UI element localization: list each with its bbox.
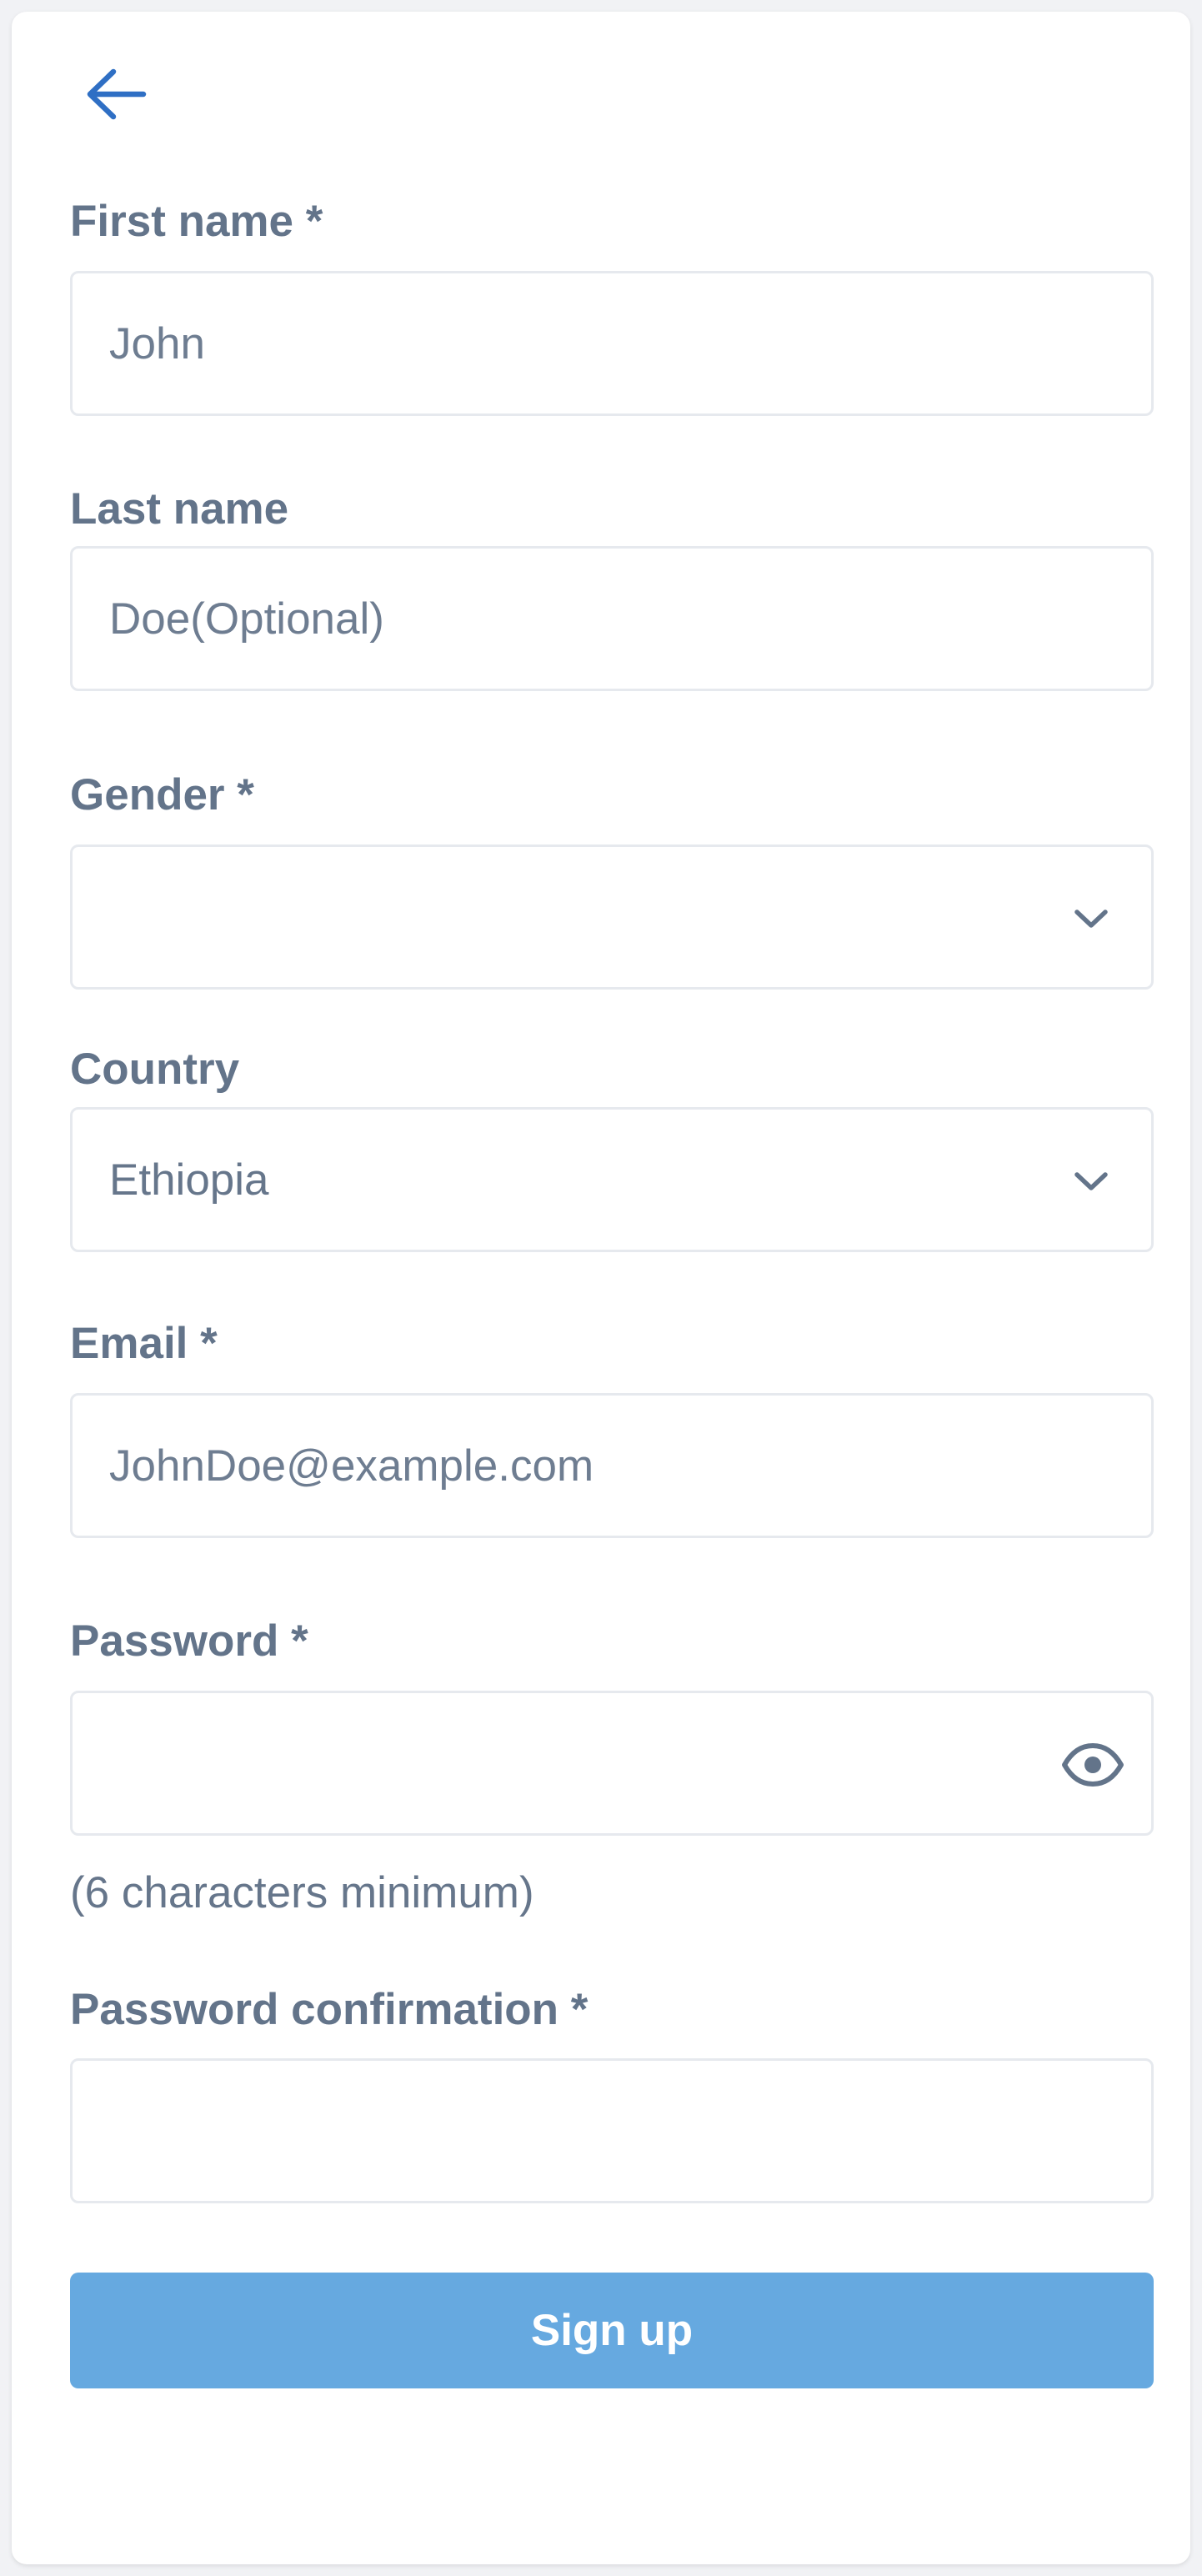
email-field[interactable] — [70, 1393, 1154, 1538]
password-confirmation-field[interactable] — [70, 2058, 1154, 2203]
gender-label: Gender * — [70, 770, 254, 819]
password-confirmation-input[interactable] — [73, 2061, 1151, 2201]
chevron-down-icon — [1069, 897, 1113, 940]
country-select[interactable]: Ethiopia — [70, 1107, 1154, 1252]
chevron-down-icon — [1069, 1160, 1113, 1203]
arrow-left-icon — [87, 68, 147, 120]
last-name-field[interactable] — [70, 546, 1154, 691]
first-name-field[interactable] — [70, 271, 1154, 416]
last-name-label: Last name — [70, 484, 289, 534]
password-input[interactable] — [73, 1693, 1151, 1833]
eye-icon[interactable] — [1059, 1732, 1126, 1798]
password-field[interactable] — [70, 1691, 1154, 1836]
password-confirmation-label: Password confirmation * — [70, 1985, 588, 2034]
sign-up-button[interactable]: Sign up — [70, 2273, 1154, 2388]
password-hint: (6 characters minimum) — [70, 1868, 534, 1917]
signup-card: First name * Last name Gender * Country … — [12, 12, 1190, 2564]
password-label: Password * — [70, 1616, 308, 1666]
last-name-input[interactable] — [73, 549, 1151, 689]
email-label: Email * — [70, 1319, 218, 1368]
back-button[interactable] — [83, 65, 147, 123]
first-name-input[interactable] — [73, 273, 1151, 413]
email-input[interactable] — [73, 1396, 1151, 1536]
country-label: Country — [70, 1045, 240, 1094]
country-selected-value: Ethiopia — [109, 1155, 269, 1205]
first-name-label: First name * — [70, 197, 323, 246]
gender-select[interactable] — [70, 844, 1154, 990]
